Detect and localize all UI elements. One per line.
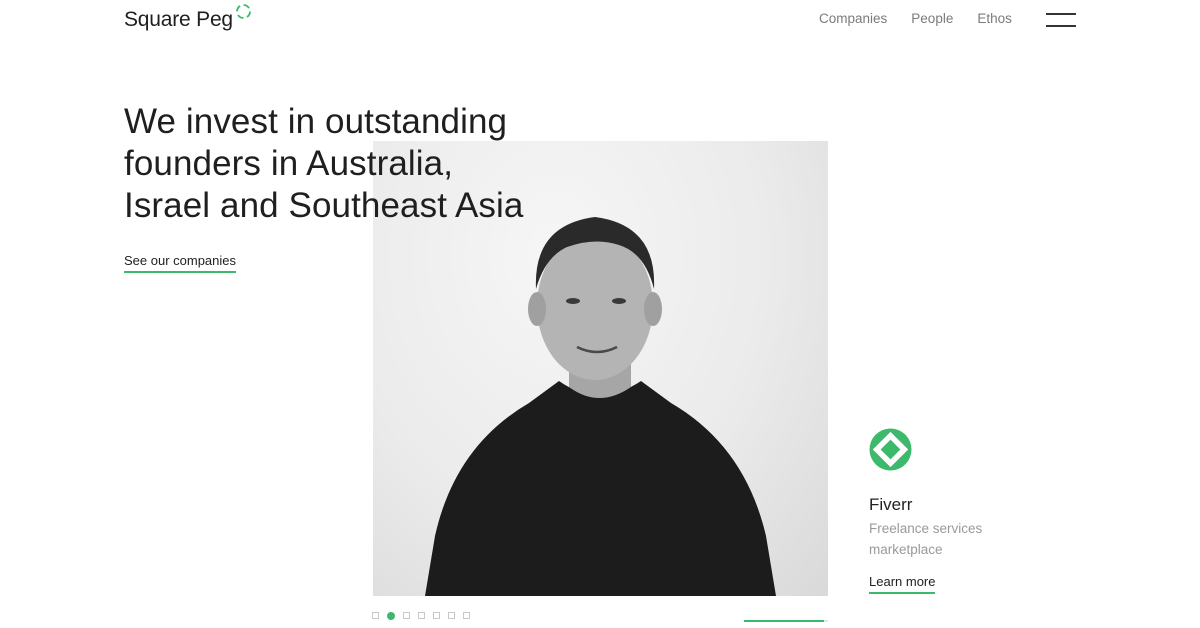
see-companies-link[interactable]: See our companies (124, 253, 237, 273)
slider-dot[interactable] (448, 612, 455, 619)
dashed-circle-icon (236, 4, 251, 19)
slide-progress-fill (744, 620, 824, 622)
slide-progress-bar (744, 620, 828, 622)
logo-text: Square Peg (124, 8, 233, 31)
logo[interactable]: Square Peg (124, 4, 252, 35)
slider-dot[interactable] (418, 612, 425, 619)
slider-dot[interactable] (463, 612, 470, 619)
hamburger-icon[interactable] (1046, 13, 1076, 27)
learn-more-link[interactable]: Learn more (869, 574, 936, 594)
hero-headline: We invest in outstanding founders in Aus… (124, 101, 523, 227)
headline-line: founders in Australia, (124, 144, 454, 183)
headline-line: We invest in outstanding (124, 102, 508, 141)
fiverr-logo-icon (869, 428, 912, 471)
slider-dot-active[interactable] (387, 612, 395, 620)
slider-pagination (372, 612, 470, 620)
slider-dot[interactable] (433, 612, 440, 619)
slider-dot[interactable] (372, 612, 379, 619)
company-name: Fiverr (869, 495, 913, 514)
slider-dot[interactable] (403, 612, 410, 619)
company-description: Freelance services marketplace (869, 521, 983, 557)
nav-link-people[interactable]: People (911, 11, 953, 26)
headline-line: Israel and Southeast Asia (124, 186, 524, 225)
nav-link-companies[interactable]: Companies (819, 11, 887, 26)
nav-link-ethos[interactable]: Ethos (977, 11, 1012, 26)
main-nav: Companies People Ethos (819, 11, 1012, 26)
